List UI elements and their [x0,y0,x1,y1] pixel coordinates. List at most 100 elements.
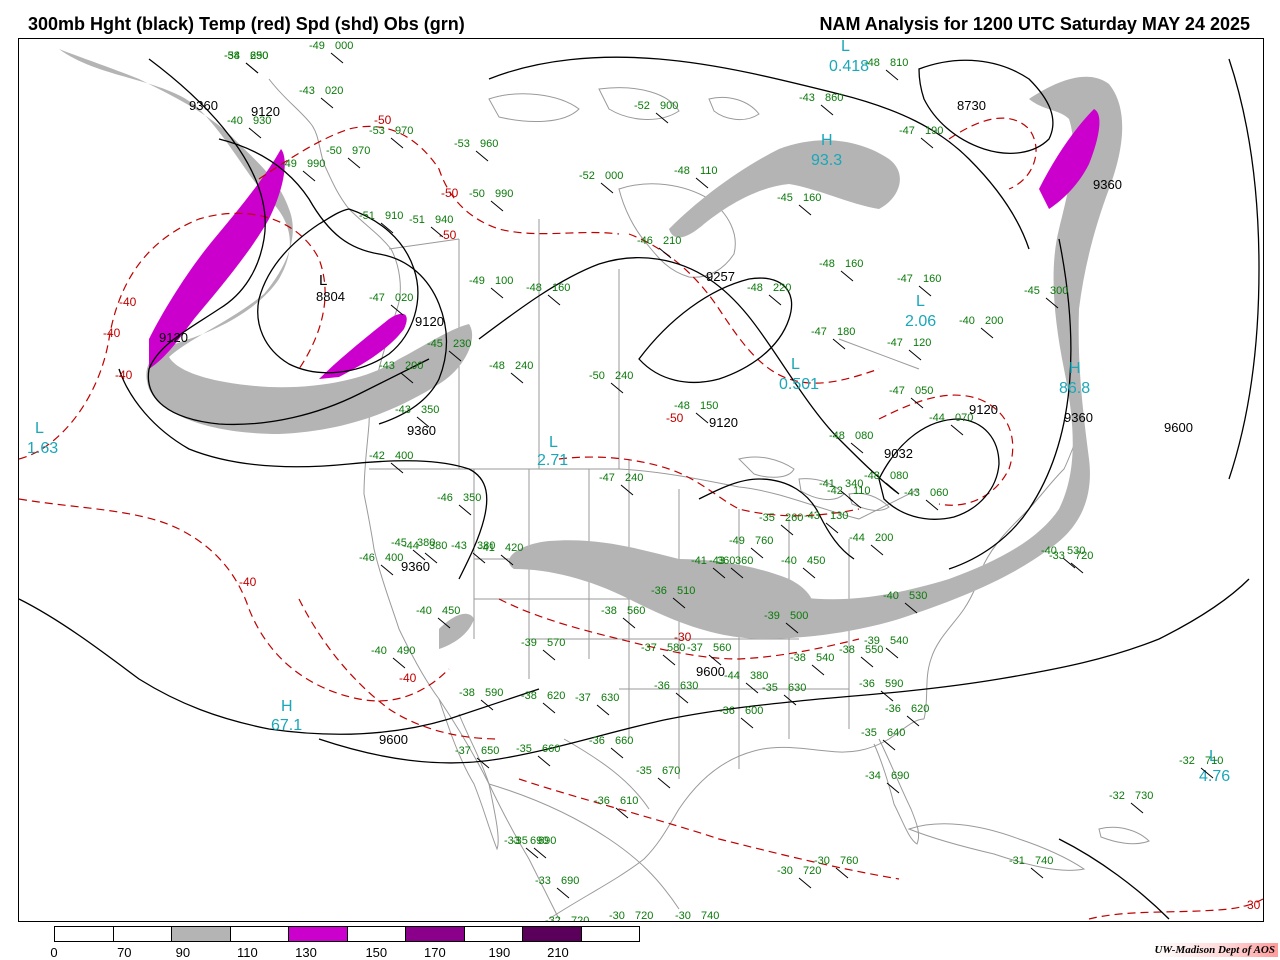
obs-temperature: -47 [599,472,615,484]
high-center-value: 67.1 [271,717,302,734]
station-obs: -43 060 [904,487,948,511]
obs-temperature: -36 [885,703,901,715]
obs-temperature: -35 [636,765,652,777]
obs-temperature: -51 [359,210,375,222]
obs-height: 730 [1135,790,1153,802]
wind-barb [811,664,825,676]
station-obs: -40 450 [781,555,825,579]
height-label: 9600 [1164,420,1193,435]
temp-label: -40 [239,575,257,589]
obs-temperature: -45 [1024,285,1040,297]
temp-contour-minus40-southwest [19,498,450,702]
height-label: 9257 [706,269,735,284]
wind-barb [886,782,900,794]
obs-temperature: -48 [674,165,690,177]
wind-barb [695,177,709,189]
wind-barb [885,647,899,659]
wind-barb [825,522,839,534]
height-label: 8804 [316,289,345,304]
obs-temperature: -43 [804,510,820,522]
obs-temperature: -31 [1009,855,1025,867]
station-obs: -48 110 [674,165,718,189]
obs-height: 190 [925,125,943,137]
station-obs: -47 020 [369,292,413,316]
station-obs: -31 740 [1009,855,1053,879]
station-obs: -46 400 [359,552,403,576]
wind-barb [330,52,344,64]
station-obs: -37 630 [575,692,619,716]
obs-temperature: -43 [395,404,411,416]
obs-height: 560 [713,642,731,654]
obs-temperature: -40 [416,605,432,617]
obs-height: 910 [385,210,403,222]
obs-height: 660 [542,743,560,755]
wind-barb [840,270,854,282]
colorbar-tick-label: 170 [424,945,446,960]
obs-height: 450 [442,605,460,617]
colorbar-tick-label: 190 [488,945,511,960]
obs-height: 400 [385,552,403,564]
wind-barb [920,137,934,149]
obs-temperature: -47 [899,125,915,137]
obs-height: 120 [913,337,931,349]
obs-height: 690 [561,875,579,887]
obs-height: 990 [307,158,325,170]
wind-barb [610,382,624,394]
obs-temperature: -45 [391,537,407,549]
wind-barb [860,656,874,668]
obs-height: 670 [662,765,680,777]
temp-label: -30 [1243,898,1261,912]
obs-height: 300 [1050,285,1068,297]
obs-height: 020 [325,85,343,97]
low-center-letter: L [841,39,850,55]
obs-height: 690 [538,835,556,847]
station-obs: -46 210 [637,235,681,259]
obs-height: 760 [755,535,773,547]
wind-barb [510,372,524,384]
wind-barb [392,657,406,669]
station-obs: -49 990 [281,158,325,182]
colorbar-segment [347,927,406,941]
station-obs: -48 220 [747,282,791,306]
colorbar-tick-label: 130 [295,945,317,960]
obs-height: 000 [605,170,623,182]
colorbar-tick-label: 90 [175,945,191,960]
station-obs: -36 590 [859,678,903,702]
temp-label: -40 [399,671,417,685]
station-obs: -49 100 [469,275,513,299]
station-obs: -38 540 [790,652,834,676]
wind-barb [556,887,570,899]
obs-temperature: -38 [601,605,617,617]
obs-height: 940 [435,214,453,226]
wind-barb [476,757,490,769]
station-obs: -36 600 [719,705,763,729]
obs-height: 350 [463,492,481,504]
obs-temperature: -34 [865,770,881,782]
colorbar-segment [581,927,639,941]
wind-barb [695,412,709,424]
obs-temperature: -40 [227,115,243,127]
obs-height: 720 [1075,550,1093,562]
low-center-value: 2.06 [905,313,936,330]
obs-height: 650 [481,745,499,757]
height-label: 9032 [884,446,913,461]
wind-barb [802,567,816,579]
obs-temperature: -48 [747,282,763,294]
wind-barb [925,499,939,511]
height-contour-9600-east [1228,58,1260,480]
obs-temperature: -48 [526,282,542,294]
station-obs: -47 190 [899,125,943,149]
obs-temperature: -49 [309,40,325,52]
high-center-letter: H [1069,360,1081,377]
obs-temperature: -48 [864,470,880,482]
wind-barb [620,484,634,496]
obs-temperature: -48 [864,57,880,69]
station-obs: -50 240 [589,370,633,394]
obs-height: 070 [955,412,973,424]
obs-height: 530 [909,590,927,602]
wind-barb [490,200,504,212]
station-obs: -37 650 [455,745,499,769]
obs-temperature: -40 [371,645,387,657]
obs-height: 240 [615,370,633,382]
obs-temperature: -43 [379,360,395,372]
